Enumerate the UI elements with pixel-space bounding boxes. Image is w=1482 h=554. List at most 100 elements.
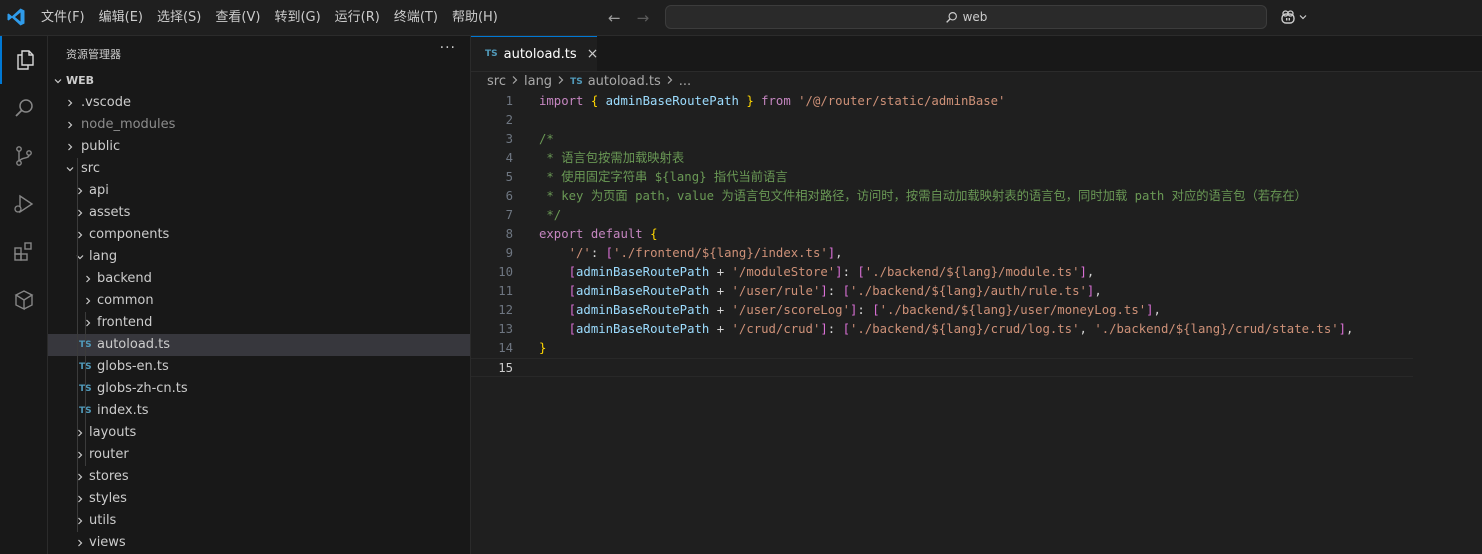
activity-bar	[0, 36, 48, 554]
tree-root-web[interactable]: WEB	[48, 70, 470, 92]
tree-folder[interactable]: common	[48, 290, 470, 312]
chevron-down-icon	[64, 158, 76, 180]
tree-folder[interactable]: utils	[48, 510, 470, 532]
breadcrumb-item[interactable]: autoload.ts	[588, 72, 661, 92]
code-token: adminBaseRoutePath	[576, 284, 710, 298]
tree-folder[interactable]: assets	[48, 202, 470, 224]
breadcrumb-item[interactable]: lang	[524, 72, 552, 92]
menu-item[interactable]: 转到(G)	[267, 0, 327, 35]
breadcrumb-item[interactable]: src	[487, 72, 506, 92]
source-control-activity[interactable]	[0, 132, 47, 180]
tree-item-label: frontend	[97, 315, 153, 330]
menu-item[interactable]: 终端(T)	[387, 0, 445, 35]
tree-folder[interactable]: src	[48, 158, 470, 180]
line-text: [adminBaseRoutePath + '/moduleStore']: […	[539, 263, 1095, 282]
menu-item[interactable]: 帮助(H)	[445, 0, 505, 35]
line-number: 13	[498, 322, 513, 336]
line-text: */	[539, 206, 561, 225]
tree-folder[interactable]: api	[48, 180, 470, 202]
tree-folder[interactable]: styles	[48, 488, 470, 510]
code-line: 4 * 语言包按需加载映射表	[471, 149, 1413, 168]
copilot-icon	[1281, 10, 1295, 24]
tree-folder[interactable]: components	[48, 224, 470, 246]
search-text: web	[962, 10, 988, 24]
tab-autoload[interactable]: TS autoload.ts ×	[471, 36, 599, 71]
tree-folder[interactable]: layouts	[48, 422, 470, 444]
search-activity[interactable]	[0, 84, 47, 132]
code-token: [	[605, 246, 614, 260]
back-arrow-icon[interactable]: ←	[608, 9, 621, 27]
menu-item[interactable]: 编辑(E)	[92, 0, 150, 35]
code-token: './backend/${lang}/user/moneyLog.ts'	[879, 303, 1147, 317]
tree-item-label: node_modules	[81, 117, 176, 132]
tree-file[interactable]: TSautoload.ts	[48, 334, 470, 356]
more-actions-icon[interactable]: ···	[440, 40, 456, 56]
tree-file[interactable]: TSglobs-zh-cn.ts	[48, 378, 470, 400]
tree-item-label: public	[81, 139, 121, 154]
code-token: :	[827, 284, 843, 298]
menu-item[interactable]: 选择(S)	[150, 0, 208, 35]
line-number: 1	[505, 94, 513, 108]
tree-folder[interactable]: public	[48, 136, 470, 158]
code-token: ]	[820, 284, 828, 298]
tree-file[interactable]: TSglobs-en.ts	[48, 356, 470, 378]
breadcrumb-item[interactable]: ...	[679, 72, 691, 92]
code-token: [	[568, 303, 577, 317]
line-number: 8	[505, 227, 513, 241]
menu-item[interactable]: 查看(V)	[208, 0, 267, 35]
code-line: 5 * 使用固定字符串 ${lang} 指代当前语言	[471, 168, 1413, 187]
remote-activity[interactable]	[0, 276, 47, 324]
code-token: ]	[1146, 303, 1154, 317]
code-token: ,	[835, 246, 843, 260]
tree-folder[interactable]: router	[48, 444, 470, 466]
menu-item[interactable]: 文件(F)	[34, 0, 92, 35]
code-token: * 使用固定字符串 ${lang} 指代当前语言	[539, 170, 788, 184]
chevron-right-icon	[74, 466, 86, 488]
tree-folder[interactable]: frontend	[48, 312, 470, 334]
tree-folder[interactable]: views	[48, 532, 470, 554]
code-line: 6 * key 为页面 path，value 为语言包文件相对路径，访问时，按需…	[471, 187, 1413, 206]
code-editor[interactable]: 1 import { adminBaseRoutePath } from '/@/…	[471, 92, 1482, 554]
tree-folder[interactable]: node_modules	[48, 114, 470, 136]
code-token: '/'	[568, 246, 591, 260]
tree-folder[interactable]: stores	[48, 466, 470, 488]
tree-item-label: components	[89, 227, 170, 242]
tree-root-label: WEB	[66, 74, 95, 87]
extensions-activity[interactable]	[0, 228, 47, 276]
line-number: 11	[498, 284, 513, 298]
explorer-activity[interactable]	[0, 36, 47, 84]
code-line: 9 '/': ['./frontend/${lang}/index.ts'],	[471, 244, 1413, 263]
line-text: }	[539, 339, 546, 358]
code-token: }	[539, 341, 547, 355]
command-center-search[interactable]: web	[665, 5, 1267, 29]
code-token: './backend/${lang}/crud/state.ts'	[1094, 322, 1339, 336]
line-text: import { adminBaseRoutePath } from '/@/r…	[539, 92, 1005, 111]
typescript-file-icon: TS	[570, 77, 583, 87]
tree-folder[interactable]: .vscode	[48, 92, 470, 114]
copilot-menu[interactable]	[1280, 9, 1308, 25]
tree-item-label: autoload.ts	[97, 337, 171, 352]
code-token: '/moduleStore'	[731, 265, 836, 279]
tree-item-label: lang	[89, 249, 118, 264]
editor-tabs: TS autoload.ts ×	[471, 36, 1482, 72]
code-token: ,	[1153, 303, 1161, 317]
code-token: ,	[1079, 322, 1095, 336]
line-number: 12	[498, 303, 513, 317]
chevron-right-icon	[74, 180, 86, 202]
code-token: ]	[820, 322, 828, 336]
code-token: ,	[1346, 322, 1354, 336]
chevron-right-icon	[74, 510, 86, 532]
close-icon[interactable]: ×	[587, 46, 599, 62]
line-text: export default {	[539, 225, 657, 244]
tree-folder[interactable]: lang	[48, 246, 470, 268]
forward-arrow-icon[interactable]: →	[637, 9, 650, 27]
tree-item-label: views	[89, 535, 126, 550]
code-token: :	[590, 246, 606, 260]
menu-item[interactable]: 运行(R)	[328, 0, 387, 35]
source-control-icon	[15, 146, 32, 166]
code-token: ,	[1086, 265, 1095, 279]
run-debug-activity[interactable]	[0, 180, 47, 228]
tree-file[interactable]: TSindex.ts	[48, 400, 470, 422]
chevron-right-icon	[511, 72, 519, 92]
tree-folder[interactable]: backend	[48, 268, 470, 290]
